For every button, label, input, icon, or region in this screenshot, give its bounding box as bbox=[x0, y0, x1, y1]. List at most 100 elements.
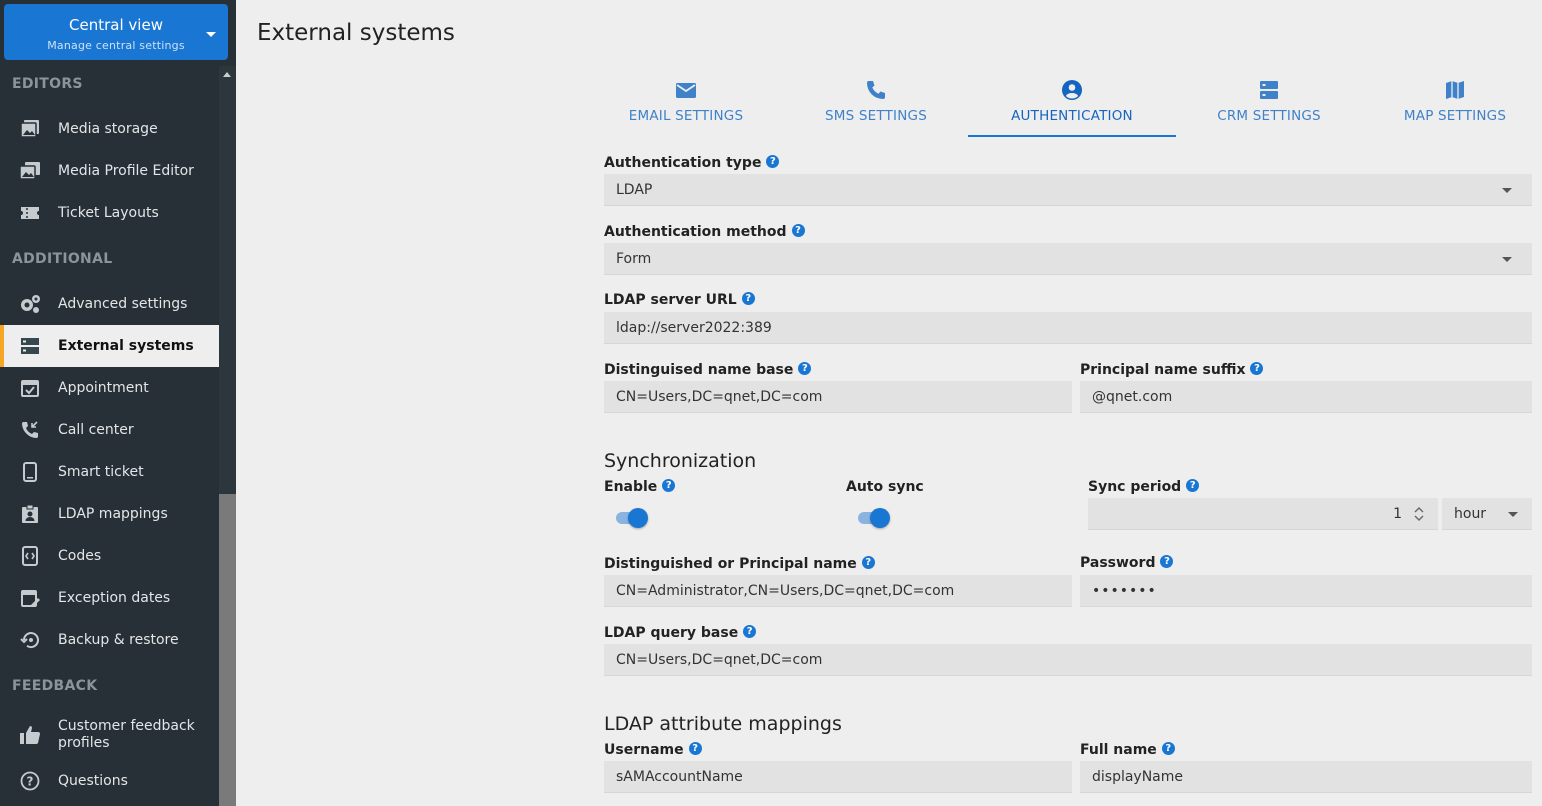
chevron-down-icon bbox=[206, 32, 216, 37]
sidebar-item-external-systems[interactable]: External systems bbox=[0, 325, 219, 367]
svg-text:?: ? bbox=[27, 775, 34, 789]
scrollbar-thumb[interactable] bbox=[219, 494, 236, 806]
server-icon bbox=[1259, 78, 1279, 102]
ldap-attribute-mappings-heading: LDAP attribute mappings bbox=[604, 713, 842, 735]
tab-sms-settings[interactable]: SMS SETTINGS bbox=[796, 74, 956, 137]
auth-method-select[interactable]: Form bbox=[604, 243, 1532, 275]
tab-authentication[interactable]: AUTHENTICATION bbox=[968, 74, 1176, 137]
sidebar-item-label: Questions bbox=[58, 773, 128, 789]
sidebar-item-backup-restore[interactable]: Backup & restore bbox=[0, 619, 219, 661]
username-label-text: Username bbox=[604, 742, 684, 758]
calendar-check-icon bbox=[19, 377, 41, 399]
fullname-input[interactable]: displayName bbox=[1080, 761, 1532, 793]
sidebar-item-media-storage[interactable]: Media storage bbox=[0, 108, 219, 150]
phone-incoming-icon bbox=[19, 419, 41, 441]
sidebar-item-ldap-mappings[interactable]: LDAP mappings bbox=[0, 493, 219, 535]
sidebar-item-label: Advanced settings bbox=[58, 296, 188, 312]
stepper-icon[interactable] bbox=[1414, 506, 1424, 526]
dn-principal-label: Distinguished or Principal name? bbox=[604, 556, 875, 572]
help-icon[interactable]: ? bbox=[743, 625, 757, 638]
password-input[interactable]: ••••••• bbox=[1080, 575, 1532, 607]
enable-label: Enable? bbox=[604, 479, 676, 495]
auth-method-value: Form bbox=[616, 250, 652, 267]
tab-crm-settings[interactable]: CRM SETTINGS bbox=[1190, 74, 1348, 137]
sidebar-item-label: Media storage bbox=[58, 121, 158, 137]
help-icon[interactable]: ? bbox=[1186, 479, 1200, 492]
query-base-input[interactable]: CN=Users,DC=qnet,DC=com bbox=[604, 644, 1532, 676]
dn-base-label: Distinguised name base? bbox=[604, 362, 812, 378]
smartphone-icon bbox=[19, 461, 41, 483]
auto-sync-toggle[interactable] bbox=[856, 507, 892, 529]
sidebar-item-call-center[interactable]: Call center bbox=[0, 409, 219, 451]
help-icon[interactable]: ? bbox=[798, 362, 812, 375]
sync-period-unit-select[interactable]: hour bbox=[1442, 498, 1532, 530]
sidebar-item-questions[interactable]: ? Questions bbox=[0, 760, 219, 802]
sidebar-item-ticket-layouts[interactable]: Ticket Layouts bbox=[0, 192, 219, 234]
sidebar-item-smart-ticket[interactable]: Smart ticket bbox=[0, 451, 219, 493]
help-icon[interactable]: ? bbox=[741, 292, 755, 305]
query-base-label-text: LDAP query base bbox=[604, 625, 739, 641]
dropdown-arrow-icon bbox=[1502, 188, 1512, 193]
auth-method-label: Authentication method? bbox=[604, 224, 805, 240]
section-editors: EDITORS bbox=[12, 76, 83, 92]
map-icon bbox=[1445, 78, 1465, 102]
username-input[interactable]: sAMAccountName bbox=[604, 761, 1072, 793]
central-view-selector[interactable]: Central view Manage central settings bbox=[4, 4, 228, 60]
image-icon bbox=[19, 118, 41, 140]
tab-map-settings[interactable]: MAP SETTINGS bbox=[1380, 74, 1530, 137]
help-icon[interactable]: ? bbox=[791, 224, 805, 237]
sync-period-value: 1 bbox=[1393, 505, 1402, 522]
central-view-subtitle: Manage central settings bbox=[47, 39, 185, 52]
sidebar-scrollbar[interactable] bbox=[219, 66, 236, 806]
auth-type-label-text: Authentication type bbox=[604, 155, 762, 171]
phone-icon bbox=[866, 78, 886, 102]
sidebar-item-label: Ticket Layouts bbox=[58, 205, 159, 221]
scroll-up-arrow-icon[interactable] bbox=[223, 72, 231, 77]
code-icon bbox=[19, 545, 41, 567]
sync-period-label-text: Sync period bbox=[1088, 479, 1182, 495]
sidebar-item-customer-feedback-profiles[interactable]: Customer feedback profiles bbox=[0, 709, 219, 761]
section-feedback: FEEDBACK bbox=[12, 678, 98, 694]
dropdown-arrow-icon bbox=[1508, 512, 1518, 517]
help-icon[interactable]: ? bbox=[1250, 362, 1264, 375]
auth-method-label-text: Authentication method bbox=[604, 224, 787, 240]
account-circle-icon bbox=[1061, 78, 1083, 102]
help-icon[interactable]: ? bbox=[1160, 555, 1174, 568]
sidebar-item-label: Backup & restore bbox=[58, 632, 179, 648]
sync-period-input[interactable]: 1 bbox=[1088, 498, 1438, 530]
enable-label-text: Enable bbox=[604, 479, 658, 495]
sidebar-item-label: LDAP mappings bbox=[58, 506, 168, 522]
dn-principal-label-text: Distinguished or Principal name bbox=[604, 556, 857, 572]
restore-icon bbox=[19, 629, 41, 651]
page-title: External systems bbox=[257, 20, 455, 46]
sidebar-item-label: Call center bbox=[58, 422, 134, 438]
query-base-label: LDAP query base? bbox=[604, 625, 757, 641]
envelope-icon bbox=[675, 78, 697, 102]
ldap-url-input[interactable]: ldap://server2022:389 bbox=[604, 312, 1532, 344]
tab-label: SMS SETTINGS bbox=[825, 108, 927, 124]
help-icon[interactable]: ? bbox=[662, 479, 676, 492]
server-icon bbox=[19, 335, 41, 357]
badge-icon bbox=[19, 503, 41, 525]
auth-type-select[interactable]: LDAP bbox=[604, 174, 1532, 206]
section-additional: ADDITIONAL bbox=[12, 251, 113, 267]
sync-period-label: Sync period? bbox=[1088, 479, 1200, 495]
help-icon[interactable]: ? bbox=[861, 556, 875, 569]
help-icon[interactable]: ? bbox=[1161, 742, 1175, 755]
sidebar-item-label: External systems bbox=[58, 338, 194, 354]
sidebar-item-advanced-settings[interactable]: Advanced settings bbox=[0, 283, 219, 325]
sidebar-item-exception-dates[interactable]: Exception dates bbox=[0, 577, 219, 619]
principal-suffix-input[interactable]: @qnet.com bbox=[1080, 381, 1532, 413]
sidebar-item-label: Media Profile Editor bbox=[58, 163, 194, 179]
ldap-url-label: LDAP server URL? bbox=[604, 292, 755, 308]
sidebar-item-media-profile-editor[interactable]: Media Profile Editor bbox=[0, 150, 219, 192]
central-view-title: Central view bbox=[69, 16, 163, 34]
dn-principal-input[interactable]: CN=Administrator,CN=Users,DC=qnet,DC=com bbox=[604, 575, 1072, 607]
sidebar-item-codes[interactable]: Codes bbox=[0, 535, 219, 577]
sidebar-item-appointment[interactable]: Appointment bbox=[0, 367, 219, 409]
tab-email-settings[interactable]: EMAIL SETTINGS bbox=[604, 74, 768, 137]
help-icon[interactable]: ? bbox=[688, 742, 702, 755]
help-icon[interactable]: ? bbox=[766, 155, 780, 168]
dn-base-input[interactable]: CN=Users,DC=qnet,DC=com bbox=[604, 381, 1072, 413]
enable-toggle[interactable] bbox=[614, 507, 650, 529]
